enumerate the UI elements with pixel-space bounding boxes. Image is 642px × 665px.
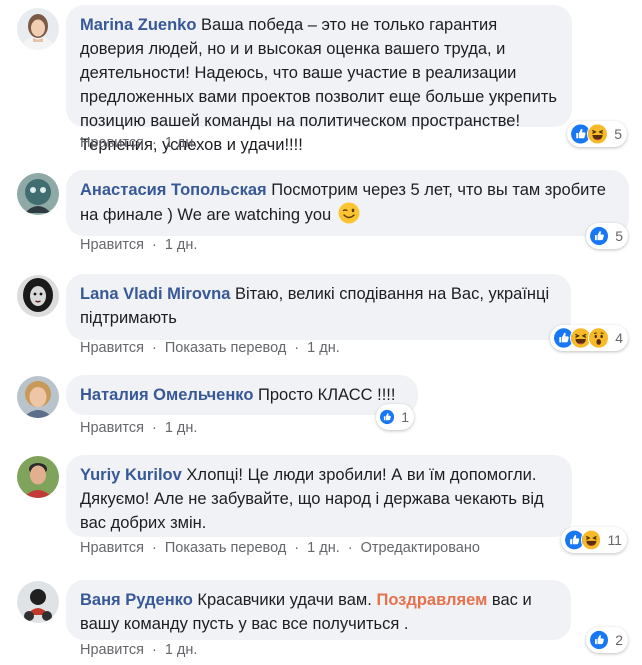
comment-timestamp[interactable]: 1 дн.: [307, 340, 340, 356]
reaction-summary[interactable]: 11: [561, 527, 627, 553]
avatar[interactable]: [17, 376, 59, 418]
comment-bubble: Анастасия Топольская Посмотрим через 5 л…: [66, 170, 629, 236]
comment-bubble: Yuriy Kurilov Хлопці! Це люди зробили! А…: [66, 455, 572, 537]
avatar[interactable]: [17, 275, 59, 317]
separator: ·: [151, 135, 157, 151]
reaction-count: 4: [615, 330, 624, 346]
show-translation-button[interactable]: Показать перевод: [165, 540, 286, 556]
comment-actions: Нравится · Показать перевод · 1 дн. · Отредакт…: [80, 540, 480, 556]
comment-bubble: Ваня Руденко Красавчики удачи вам. Поздр…: [66, 580, 571, 640]
comment-bubble: Lana Vladi Mirovna Вітаю, великі сподіва…: [66, 274, 571, 340]
reaction-summary[interactable]: 4: [550, 325, 628, 351]
separator: ·: [151, 237, 157, 253]
like-button[interactable]: Нравится: [80, 237, 144, 253]
like-button[interactable]: Нравится: [80, 420, 144, 436]
like-icon: [379, 406, 396, 428]
avatar[interactable]: [17, 581, 59, 623]
reaction-summary[interactable]: 5: [567, 121, 627, 147]
reaction-count: 11: [607, 532, 622, 548]
comment-timestamp[interactable]: 1 дн.: [165, 135, 198, 151]
like-button[interactable]: Нравится: [80, 642, 144, 658]
haha-icon: [587, 123, 609, 145]
separator: ·: [151, 340, 157, 356]
like-button[interactable]: Нравится: [80, 540, 144, 556]
reaction-count: 2: [615, 632, 623, 648]
comment-author[interactable]: Наталия Омельченко: [80, 386, 253, 404]
highlighted-word[interactable]: Поздравляем: [376, 591, 487, 609]
avatar[interactable]: [17, 173, 59, 215]
comment-author[interactable]: Ваня Руденко: [80, 591, 193, 609]
avatar[interactable]: [17, 8, 59, 50]
comment-actions: Нравится · 1 дн.: [80, 642, 197, 658]
reaction-count: 5: [614, 126, 622, 142]
reaction-count: 1: [401, 409, 409, 425]
comment-timestamp[interactable]: 1 дн.: [165, 237, 198, 253]
edited-label[interactable]: Отредактировано: [361, 540, 480, 556]
comments-list: Marina Zuenko Ваша победа – это не тольк…: [0, 0, 642, 665]
haha-icon: [580, 529, 602, 551]
like-button[interactable]: Нравится: [80, 340, 144, 356]
comment-author[interactable]: Анастасия Топольская: [80, 181, 267, 199]
separator: ·: [151, 642, 157, 658]
avatar[interactable]: [17, 456, 59, 498]
wow-icon: [587, 327, 610, 349]
reaction-count: 5: [615, 228, 623, 244]
comment-actions: Нравится · 1 дн.: [80, 237, 197, 253]
comment-author[interactable]: Marina Zuenko: [80, 16, 196, 34]
comment-author[interactable]: Yuriy Kurilov: [80, 466, 182, 484]
comment-actions: Нравится · 1 дн.: [80, 135, 197, 151]
separator: ·: [151, 540, 157, 556]
reaction-summary[interactable]: 2: [586, 627, 628, 653]
comment-text: Ваша победа – это не только гарантия дов…: [80, 16, 557, 154]
comment-timestamp[interactable]: 1 дн.: [165, 642, 198, 658]
reaction-summary[interactable]: 1: [376, 404, 414, 430]
comment-actions: Нравится · 1 дн.: [80, 420, 197, 436]
comment-bubble: Marina Zuenko Ваша победа – это не тольк…: [66, 5, 572, 154]
comment-timestamp[interactable]: 1 дн.: [165, 420, 198, 436]
comment-text: Красавчики удачи вам.: [197, 591, 372, 609]
like-button[interactable]: Нравится: [80, 135, 144, 151]
separator: ·: [294, 540, 300, 556]
comment-actions: Нравится · Показать перевод · 1 дн.: [80, 340, 340, 356]
separator: ·: [151, 420, 157, 436]
like-icon: [589, 629, 610, 651]
wink-emoji-icon: [338, 202, 360, 224]
comment-bubble: Наталия Омельченко Просто КЛАСС !!!!: [66, 375, 418, 415]
comment-text: Просто КЛАСС !!!!: [258, 386, 396, 404]
reaction-summary[interactable]: 5: [586, 223, 628, 249]
comment-author[interactable]: Lana Vladi Mirovna: [80, 285, 230, 303]
like-icon: [589, 225, 610, 247]
show-translation-button[interactable]: Показать перевод: [165, 340, 286, 356]
comment-timestamp[interactable]: 1 дн.: [307, 540, 340, 556]
separator: ·: [347, 540, 353, 556]
separator: ·: [294, 340, 300, 356]
